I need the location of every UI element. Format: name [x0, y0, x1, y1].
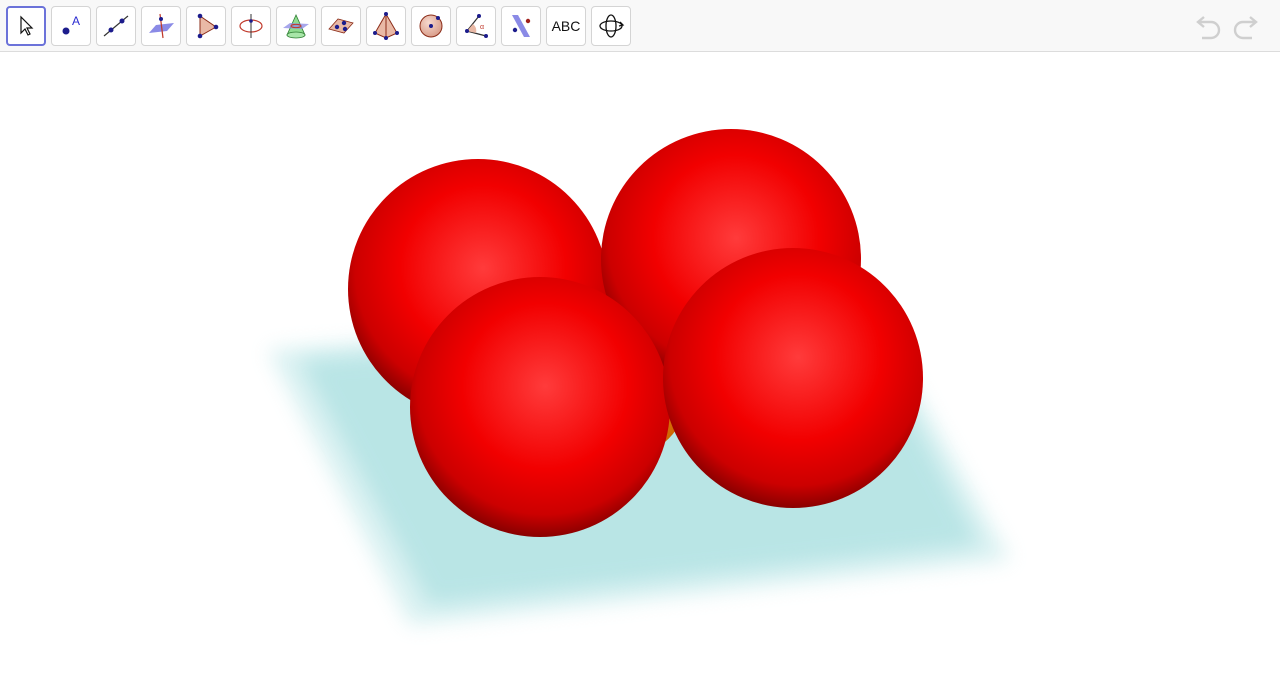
plane-tool-button[interactable]	[321, 6, 361, 46]
line-tool-button[interactable]	[96, 6, 136, 46]
sphere-icon	[419, 14, 443, 38]
angle-icon: α	[465, 14, 488, 38]
plane-through-points-icon	[328, 18, 354, 34]
reflect-tool-button[interactable]	[501, 6, 541, 46]
move-tool-button[interactable]	[6, 6, 46, 46]
point-icon: A	[62, 14, 80, 35]
point-label: A	[72, 14, 80, 28]
text-icon: ABC	[551, 18, 581, 34]
rotate-3d-view-icon	[599, 14, 625, 38]
redo-icon	[1233, 16, 1258, 40]
perpendicular-line-icon	[149, 13, 174, 39]
rotate-view-tool-button[interactable]	[591, 6, 631, 46]
polygon-tool-button[interactable]	[186, 6, 226, 46]
reflect-about-plane-icon	[512, 15, 531, 37]
circle-around-axis-icon	[239, 14, 263, 38]
pyramid-icon	[373, 12, 399, 40]
undo-icon	[1196, 16, 1221, 40]
svg-text:α: α	[480, 24, 484, 31]
red-sphere-front-right[interactable]	[663, 248, 923, 508]
move-arrow-icon	[20, 15, 34, 36]
undo-button[interactable]	[1192, 12, 1224, 42]
intersect-surfaces-tool-button[interactable]	[276, 6, 316, 46]
redo-button[interactable]	[1230, 12, 1262, 42]
line-through-two-points-icon	[103, 15, 129, 37]
perpendicular-tool-button[interactable]	[141, 6, 181, 46]
graphics-3d-view[interactable]	[0, 53, 1280, 676]
intersect-surfaces-icon	[283, 14, 309, 39]
red-sphere-front-left[interactable]	[410, 277, 670, 537]
sphere-tool-button[interactable]	[411, 6, 451, 46]
toolbar: A α ABC	[0, 0, 1280, 52]
angle-tool-button[interactable]: α	[456, 6, 496, 46]
pyramid-tool-button[interactable]	[366, 6, 406, 46]
polygon-icon	[197, 13, 219, 39]
circle-axis-tool-button[interactable]	[231, 6, 271, 46]
text-tool-button[interactable]: ABC	[546, 6, 586, 46]
point-tool-button[interactable]: A	[51, 6, 91, 46]
